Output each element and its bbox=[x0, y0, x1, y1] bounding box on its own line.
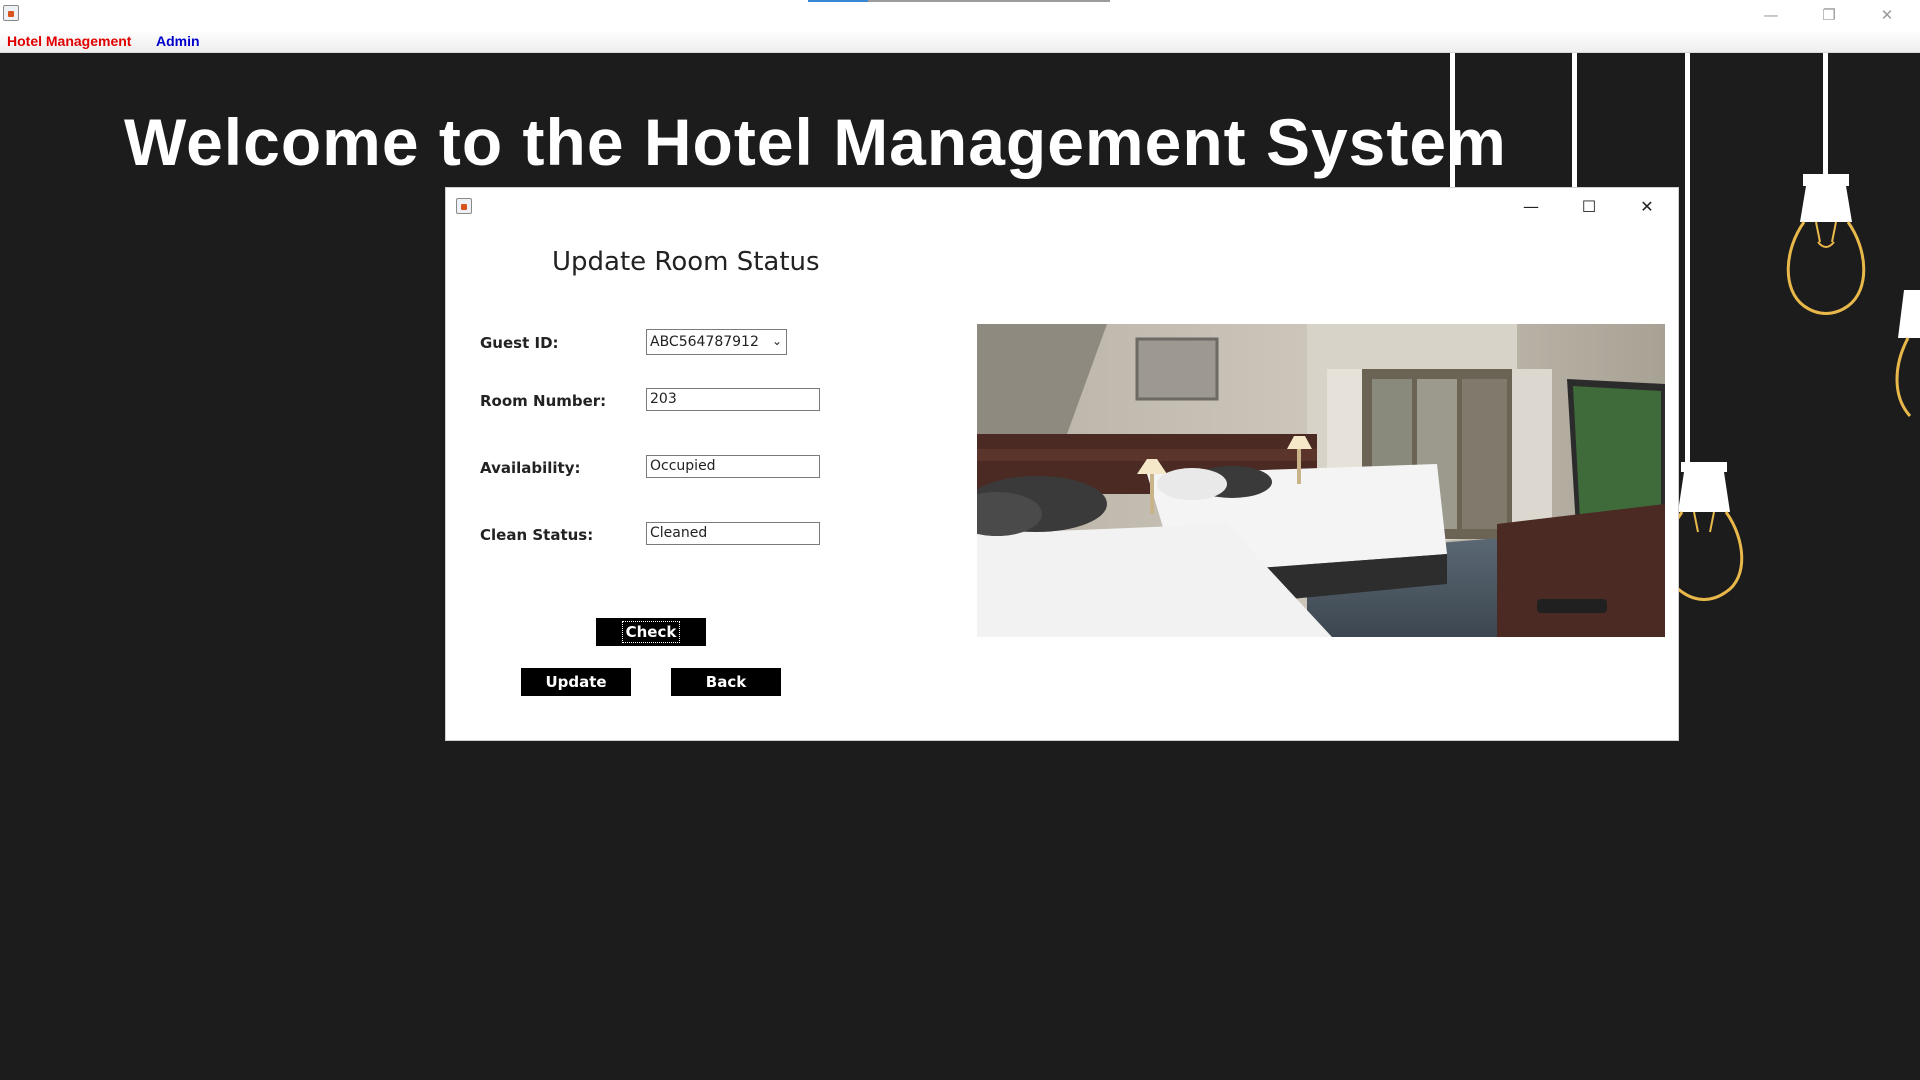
guest-id-value: ABC564787912 bbox=[650, 334, 759, 350]
light-bulb-icon bbox=[1786, 174, 1866, 315]
light-bulb-icon bbox=[1895, 290, 1920, 418]
room-number-label: Room Number: bbox=[480, 392, 607, 410]
bulb-cord bbox=[1572, 53, 1577, 188]
dialog-maximize-button[interactable]: ☐ bbox=[1560, 188, 1618, 224]
main-restore-button[interactable]: ❐ bbox=[1800, 0, 1858, 30]
dialog-minimize-button[interactable]: — bbox=[1502, 188, 1560, 224]
check-button-label: Check bbox=[621, 621, 681, 643]
menu-bar: Hotel Management Admin bbox=[0, 30, 1920, 53]
bulb-cord bbox=[1450, 53, 1455, 188]
clean-status-field[interactable]: Cleaned bbox=[646, 522, 820, 545]
update-button[interactable]: Update bbox=[521, 668, 631, 696]
main-title-bar: — ❐ ✕ bbox=[0, 0, 1920, 30]
main-minimize-button[interactable]: — bbox=[1742, 0, 1800, 30]
availability-label: Availability: bbox=[480, 459, 581, 477]
bulb-cord bbox=[1823, 53, 1828, 178]
dialog-close-button[interactable]: ✕ bbox=[1618, 188, 1676, 224]
main-close-button[interactable]: ✕ bbox=[1858, 0, 1916, 30]
room-number-field[interactable]: 203 bbox=[646, 388, 820, 411]
welcome-heading: Welcome to the Hotel Management System bbox=[124, 105, 1507, 179]
check-button[interactable]: Check bbox=[596, 618, 706, 646]
menu-hotel-management[interactable]: Hotel Management bbox=[7, 33, 131, 49]
java-app-icon bbox=[3, 5, 19, 21]
availability-field[interactable]: Occupied bbox=[646, 455, 820, 478]
back-button[interactable]: Back bbox=[671, 668, 781, 696]
hotel-room-photo bbox=[977, 324, 1665, 637]
bulb-cord bbox=[1685, 53, 1690, 463]
guest-id-label: Guest ID: bbox=[480, 334, 559, 352]
guest-id-dropdown[interactable]: ABC564787912 ⌄ bbox=[646, 329, 787, 355]
title-progress-fill bbox=[808, 0, 869, 2]
clean-status-label: Clean Status: bbox=[480, 526, 594, 544]
update-room-status-dialog: — ☐ ✕ Update Room Status Guest ID: ABC56… bbox=[446, 188, 1678, 740]
java-app-icon bbox=[456, 198, 472, 214]
menu-admin[interactable]: Admin bbox=[156, 33, 200, 49]
title-progress-bar bbox=[808, 0, 1110, 2]
chevron-down-icon[interactable]: ⌄ bbox=[772, 334, 782, 348]
dialog-heading: Update Room Status bbox=[552, 247, 820, 277]
